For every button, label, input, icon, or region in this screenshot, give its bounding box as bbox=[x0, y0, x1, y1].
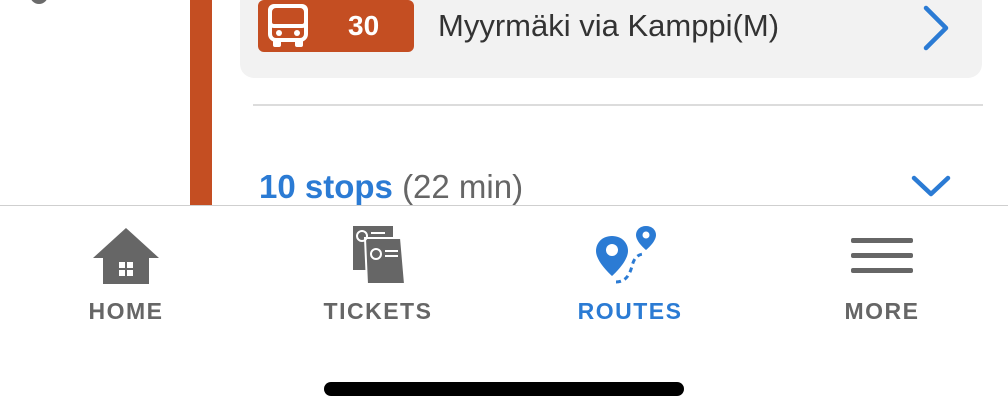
chevron-right-icon[interactable] bbox=[916, 4, 956, 52]
bus-icon bbox=[258, 0, 318, 52]
tab-more[interactable]: MORE bbox=[756, 206, 1008, 336]
chevron-down-icon[interactable] bbox=[910, 172, 952, 200]
leg-card[interactable]: 30 Myyrmäki via Kamppi(M) bbox=[240, 0, 982, 78]
home-icon bbox=[93, 228, 159, 284]
route-line bbox=[190, 0, 212, 206]
bus-number: 30 bbox=[348, 10, 380, 41]
home-indicator[interactable] bbox=[324, 382, 684, 396]
stops-count: 10 stops bbox=[259, 168, 393, 205]
stops-duration: (22 min) bbox=[402, 168, 524, 205]
tab-tickets-label: TICKETS bbox=[323, 298, 433, 324]
bus-badge: 30 bbox=[258, 0, 414, 52]
timeline-stop-marker bbox=[30, 0, 48, 4]
tab-home-label: HOME bbox=[88, 298, 164, 324]
menu-icon bbox=[851, 238, 913, 273]
stops-toggle[interactable]: 10 stops (22 min) bbox=[259, 168, 523, 206]
tab-home[interactable]: HOME bbox=[0, 206, 252, 336]
tab-routes[interactable]: ROUTES bbox=[504, 206, 756, 336]
routes-icon bbox=[596, 226, 656, 284]
tab-more-label: MORE bbox=[844, 298, 920, 324]
tab-tickets[interactable]: TICKETS bbox=[252, 206, 504, 336]
tickets-icon bbox=[353, 226, 407, 285]
tab-routes-label: ROUTES bbox=[577, 298, 683, 324]
destination-label: Myyrmäki via Kamppi(M) bbox=[438, 8, 780, 43]
divider bbox=[253, 104, 983, 106]
